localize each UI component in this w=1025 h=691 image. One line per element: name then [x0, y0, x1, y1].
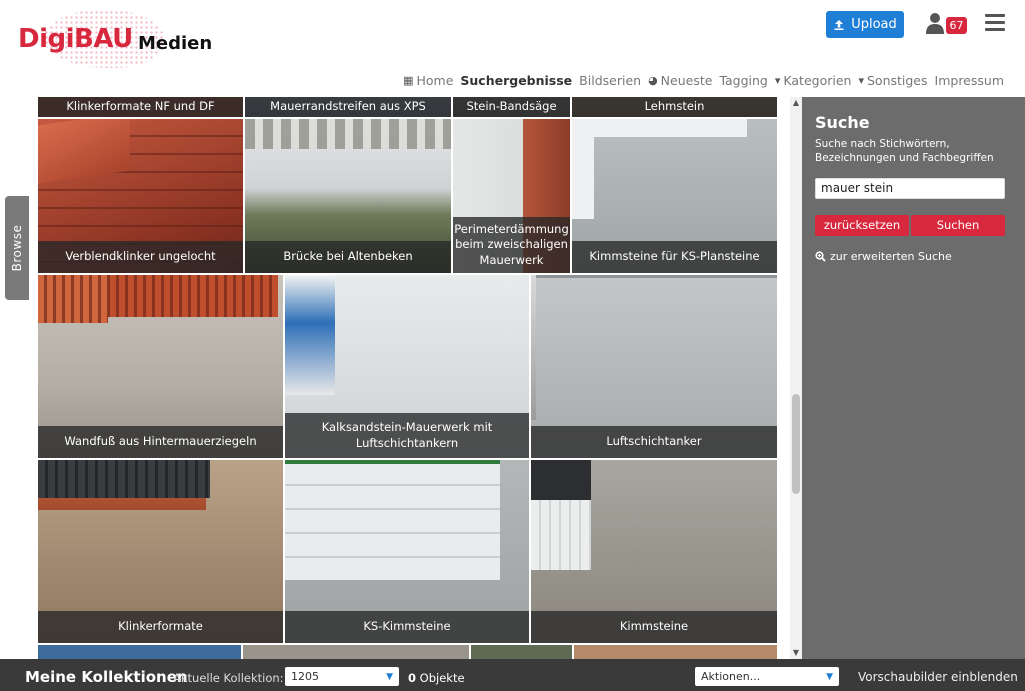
- gallery-tile[interactable]: Klinkerformate: [38, 460, 283, 643]
- collection-count-value: 0: [408, 671, 417, 685]
- gallery-scrollbar[interactable]: ▲ ▼: [790, 97, 802, 659]
- nav-suchergebnisse[interactable]: Suchergebnisse: [460, 73, 572, 88]
- gallery-tile[interactable]: Brücke bei Altenbeken: [245, 119, 451, 273]
- search-title: Suche: [815, 113, 870, 132]
- tile-caption: Mauerrandstreifen aus XPS: [245, 97, 451, 117]
- advanced-search-label: zur erweiterten Suche: [830, 249, 952, 263]
- show-thumbnails-toggle[interactable]: Vorschaubilder einblenden: [858, 670, 1018, 684]
- tile-caption: Verblendklinker ungelocht: [38, 241, 243, 273]
- tile-caption: Stein-Bandsäge: [453, 97, 570, 117]
- nav-sonstiges[interactable]: ▾ Sonstiges: [858, 73, 927, 88]
- advanced-search-link[interactable]: zur erweiterten Suche: [815, 250, 1012, 263]
- header: DigiBAU Medien Upload 67 ▦ Home Sucherge…: [0, 0, 1025, 97]
- search-description: Suche nach Stichwörtern, Bezeichnungen u…: [815, 138, 994, 164]
- gallery-tile[interactable]: Stein-Bandsäge: [453, 97, 570, 117]
- collections-bar: Meine Kollektionen Aktuelle Kollektion: …: [0, 659, 1025, 691]
- nav-neueste-label: Neueste: [660, 72, 713, 88]
- tile-caption: Brücke bei Altenbeken: [245, 241, 451, 273]
- gallery-tile[interactable]: [471, 645, 572, 659]
- app-root: DigiBAU Medien Upload 67 ▦ Home Sucherge…: [0, 0, 1025, 691]
- collections-title[interactable]: Meine Kollektionen: [25, 668, 188, 686]
- tile-caption: Wandfuß aus Hintermauerziegeln: [38, 426, 283, 458]
- nav-bildserien-label: Bildserien: [579, 72, 642, 88]
- upload-button[interactable]: Upload: [826, 11, 904, 38]
- nav-bildserien[interactable]: Bildserien: [579, 73, 641, 88]
- tile-caption: Kalksandstein-Mauerwerk mit Luftschichta…: [285, 413, 529, 458]
- scroll-thumb[interactable]: [792, 394, 800, 494]
- scroll-down-arrow-icon[interactable]: ▼: [790, 647, 802, 659]
- tile-caption: Klinkerformate: [38, 611, 283, 643]
- collection-object-count: 0 Objekte: [408, 671, 465, 685]
- scroll-up-arrow-icon[interactable]: ▲: [790, 97, 802, 109]
- logo[interactable]: DigiBAU Medien: [18, 8, 212, 68]
- logo-subtitle: Medien: [138, 33, 213, 54]
- gallery-tile[interactable]: Luftschichtanker: [531, 275, 777, 458]
- upload-label: Upload: [851, 17, 897, 32]
- nav-tagging-label: Tagging: [719, 72, 768, 88]
- tile-caption: Luftschichtanker: [531, 426, 777, 458]
- upload-icon: [834, 19, 844, 30]
- gallery-tile[interactable]: KS-Kimmsteine: [285, 460, 529, 643]
- nav-home-label: Home: [416, 72, 454, 88]
- gallery-tile[interactable]: Klinkerformate NF und DF: [38, 97, 243, 117]
- tile-caption: Perimeterdämmung beim zweischaligen Maue…: [453, 217, 570, 273]
- tile-caption: Kimmsteine: [531, 611, 777, 643]
- user-icon[interactable]: [926, 12, 944, 34]
- image-gallery: Klinkerformate NF und DF Mauerrandstreif…: [38, 97, 790, 659]
- main-nav: ▦ Home Suchergebnisse Bildserien ◕ Neues…: [396, 72, 1004, 88]
- search-input[interactable]: [815, 177, 1005, 199]
- actions-select[interactable]: Aktionen... ▼: [695, 667, 839, 686]
- grid-icon: ▦: [403, 73, 414, 87]
- current-collection-label: Aktuelle Kollektion:: [173, 671, 284, 685]
- nav-kategorien-label: Kategorien: [783, 72, 852, 88]
- browse-tab[interactable]: Browse: [5, 196, 29, 300]
- nav-sonstiges-label: Sonstiges: [866, 72, 928, 88]
- chevron-down-icon: ▼: [386, 671, 393, 682]
- logo-brand: DigiBAU: [18, 24, 133, 54]
- gallery-tile[interactable]: Perimeterdämmung beim zweischaligen Maue…: [453, 119, 570, 273]
- nav-suchergebnisse-label: Suchergebnisse: [460, 72, 573, 88]
- nav-neueste[interactable]: ◕ Neueste: [648, 73, 712, 88]
- tile-caption: KS-Kimmsteine: [285, 611, 529, 643]
- gallery-tile[interactable]: Kimmsteine für KS-Plansteine: [572, 119, 777, 273]
- caret-down-icon: ▾: [774, 73, 781, 87]
- nav-tagging[interactable]: Tagging: [719, 73, 767, 88]
- nav-kategorien[interactable]: ▾ Kategorien: [775, 73, 852, 88]
- nav-impressum[interactable]: Impressum: [935, 73, 1004, 88]
- collection-count-unit: Objekte: [419, 671, 465, 685]
- gallery-tile[interactable]: [574, 645, 777, 659]
- notification-badge[interactable]: 67: [946, 17, 967, 34]
- search-buttons: zurücksetzen Suchen: [815, 214, 1012, 236]
- collection-select[interactable]: 1205 ▼: [285, 667, 399, 686]
- caret-down-icon: ▾: [858, 73, 864, 87]
- collection-select-value: 1205: [291, 670, 319, 683]
- gallery-tile[interactable]: Wandfuß aus Hintermauerziegeln: [38, 275, 283, 458]
- search-button[interactable]: Suchen: [911, 214, 1005, 236]
- browse-tab-label: Browse: [10, 224, 24, 272]
- hamburger-menu-icon[interactable]: [985, 14, 1005, 32]
- tile-caption: Kimmsteine für KS-Plansteine: [572, 241, 777, 273]
- gallery-tile[interactable]: Kimmsteine: [531, 460, 777, 643]
- tile-caption: Klinkerformate NF und DF: [38, 97, 243, 117]
- reset-button[interactable]: zurücksetzen: [815, 214, 909, 236]
- nav-home[interactable]: ▦ Home: [403, 73, 453, 88]
- zoom-in-icon: [815, 251, 826, 262]
- clock-icon: ◕: [648, 73, 658, 87]
- nav-impressum-label: Impressum: [934, 72, 1004, 88]
- gallery-tile[interactable]: [38, 645, 241, 659]
- gallery-tile[interactable]: Verblendklinker ungelocht: [38, 119, 243, 273]
- gallery-tile[interactable]: [243, 645, 469, 659]
- actions-select-value: Aktionen...: [701, 670, 761, 683]
- gallery-tile[interactable]: Kalksandstein-Mauerwerk mit Luftschichta…: [285, 275, 529, 458]
- gallery-tile[interactable]: Lehmstein: [572, 97, 777, 117]
- tile-caption: Lehmstein: [572, 97, 777, 117]
- gallery-tile[interactable]: Mauerrandstreifen aus XPS: [245, 97, 451, 117]
- chevron-down-icon: ▼: [826, 671, 833, 682]
- search-panel: Suche Suche nach Stichwörtern, Bezeichnu…: [802, 97, 1025, 659]
